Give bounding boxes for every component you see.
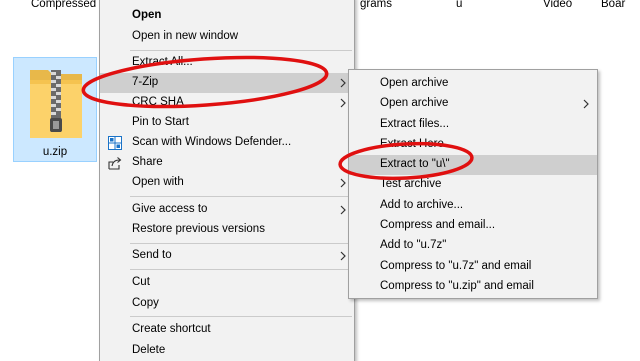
menu-item-label: Open — [132, 9, 162, 21]
menu-item-create-shortcut[interactable]: Create shortcut — [100, 320, 354, 340]
menu-item-label: Open with — [132, 176, 184, 188]
menu-item-label: Compress and email... — [380, 219, 496, 231]
menu-separator — [130, 196, 352, 197]
menu-item-label: Give access to — [132, 203, 208, 215]
menu-item-label: Extract files... — [380, 118, 450, 130]
zip-folder-icon — [30, 70, 82, 138]
submenu-item-extract-here[interactable]: Extract Here — [349, 135, 597, 155]
windows-defender-icon — [108, 136, 122, 150]
menu-item-label: Test archive — [380, 178, 442, 190]
submenu-item-compress-email[interactable]: Compress and email... — [349, 216, 597, 236]
menu-item-pin-to-start[interactable]: Pin to Start — [100, 113, 354, 133]
file-name-label: u.zip — [42, 146, 68, 158]
submenu-item-add-to-7z[interactable]: Add to "u.7z" — [349, 236, 597, 256]
menu-item-label: Add to "u.7z" — [380, 239, 447, 251]
context-menu: Open Open in new window Extract All... 7… — [99, 0, 355, 361]
menu-item-label: Extract All... — [132, 56, 193, 68]
folder-label-video[interactable]: Video — [543, 0, 572, 10]
menu-item-restore-versions[interactable]: Restore previous versions — [100, 220, 354, 240]
submenu-item-test-archive[interactable]: Test archive — [349, 175, 597, 195]
share-icon — [108, 157, 122, 170]
menu-item-label: Open archive — [380, 77, 449, 89]
menu-item-label: Extract to "u\" — [380, 158, 450, 170]
menu-item-copy[interactable]: Copy — [100, 294, 354, 314]
menu-item-label: Share — [132, 156, 163, 168]
submenu-item-compress-zip-email[interactable]: Compress to "u.zip" and email — [349, 277, 597, 297]
folder-label-programs[interactable]: grams — [360, 0, 392, 10]
menu-item-label: Compress to "u.zip" and email — [380, 280, 534, 292]
menu-item-label: Extract Here — [380, 138, 444, 150]
menu-item-give-access[interactable]: Give access to — [100, 200, 354, 220]
menu-item-open-new-window[interactable]: Open in new window — [100, 27, 354, 47]
menu-item-share[interactable]: Share — [100, 153, 354, 173]
chevron-right-icon — [340, 98, 346, 108]
menu-item-delete[interactable]: Delete — [100, 341, 354, 361]
menu-item-label: Compress to "u.7z" and email — [380, 260, 532, 272]
menu-item-crc-sha[interactable]: CRC SHA — [100, 93, 354, 113]
menu-separator — [130, 316, 352, 317]
folder-label-u[interactable]: u — [456, 0, 462, 10]
menu-item-label: 7-Zip — [132, 76, 159, 88]
selected-file-tile[interactable]: u.zip — [13, 57, 97, 162]
menu-item-label: Send to — [132, 249, 172, 261]
menu-item-label: Restore previous versions — [132, 223, 265, 235]
menu-item-label: Open archive — [380, 97, 449, 109]
explorer-window: Compressed grams u Video Boar u.zip Open… — [0, 0, 640, 361]
menu-item-label: Scan with Windows Defender... — [132, 136, 292, 148]
seven-zip-submenu: Open archive Open archive Extract files.… — [348, 69, 598, 299]
menu-item-label: Add to archive... — [380, 199, 464, 211]
folder-label-compressed[interactable]: Compressed — [31, 0, 96, 10]
submenu-item-extract-files[interactable]: Extract files... — [349, 115, 597, 135]
submenu-item-compress-7z-email[interactable]: Compress to "u.7z" and email — [349, 257, 597, 277]
menu-separator — [130, 50, 352, 51]
submenu-item-extract-to[interactable]: Extract to "u\" — [349, 155, 597, 175]
menu-separator — [130, 269, 352, 270]
chevron-right-icon — [340, 178, 346, 188]
menu-item-7zip[interactable]: 7-Zip — [100, 73, 354, 93]
submenu-item-add-to-archive[interactable]: Add to archive... — [349, 196, 597, 216]
menu-item-scan-defender[interactable]: Scan with Windows Defender... — [100, 133, 354, 153]
menu-item-label: Delete — [132, 344, 166, 356]
menu-item-label: Copy — [132, 297, 159, 309]
menu-item-label: Cut — [132, 276, 150, 288]
menu-separator — [130, 243, 352, 244]
menu-item-label: CRC SHA — [132, 96, 184, 108]
chevron-right-icon — [340, 205, 346, 215]
submenu-item-open-archive-more[interactable]: Open archive — [349, 94, 597, 114]
menu-item-send-to[interactable]: Send to — [100, 246, 354, 266]
submenu-item-open-archive[interactable]: Open archive — [349, 74, 597, 94]
chevron-right-icon — [340, 78, 346, 88]
menu-item-open[interactable]: Open — [100, 6, 354, 26]
menu-item-label: Open in new window — [132, 30, 239, 42]
menu-item-label: Create shortcut — [132, 323, 211, 335]
folder-label-board[interactable]: Boar — [601, 0, 625, 10]
menu-item-extract-all[interactable]: Extract All... — [100, 53, 354, 73]
chevron-right-icon — [583, 99, 589, 109]
menu-item-label: Pin to Start — [132, 116, 189, 128]
menu-item-open-with[interactable]: Open with — [100, 173, 354, 193]
menu-item-cut[interactable]: Cut — [100, 273, 354, 293]
chevron-right-icon — [340, 251, 346, 261]
